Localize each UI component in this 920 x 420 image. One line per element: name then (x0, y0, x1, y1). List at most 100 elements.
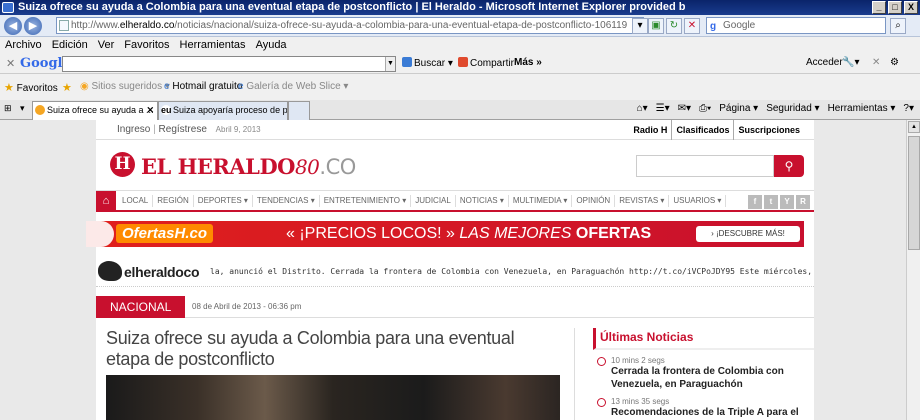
search-icon[interactable]: ⚲ (774, 155, 804, 177)
scroll-thumb[interactable] (908, 136, 920, 250)
home-nav-icon[interactable]: ⌂ (96, 190, 116, 211)
registrese-link[interactable]: Regístrese (159, 124, 207, 135)
twitter-ticker-bar: elheraldoco la, anunció el Distrito. Cer… (96, 257, 814, 287)
close-window-button[interactable]: X (904, 1, 918, 14)
suscripciones-link[interactable]: Suscripciones (733, 120, 804, 140)
command-bar: ⌂▾ ☰▾ ✉▾ ⎙▾ Página ▾ Seguridad ▾ Herrami… (637, 103, 914, 114)
logo-h-icon[interactable]: H (110, 152, 135, 177)
radio-h-link[interactable]: Radio H (629, 120, 671, 140)
clock-icon (597, 357, 606, 366)
divider: | (153, 124, 156, 135)
social-links: f t Y R (748, 195, 810, 209)
scroll-up-icon[interactable]: ▲ (908, 121, 920, 133)
nav-tendencias[interactable]: TENDENCIAS ▾ (253, 194, 320, 207)
tab-bar: ⊞ ▾ Suiza ofrece su ayuda a ... ✕ eu Sui… (0, 100, 920, 120)
menu-herramientas[interactable]: Herramientas (180, 37, 246, 54)
nav-usuarios[interactable]: USUARIOS ▾ (669, 194, 727, 207)
news-headline[interactable]: Cerrada la frontera de Colombia con Vene… (611, 365, 814, 391)
mail-icon[interactable]: ✉▾ (678, 103, 691, 114)
news-time: 10 mins 2 segs (611, 356, 665, 365)
add-favorite-icon[interactable]: ★ (62, 81, 72, 94)
twitter-handle[interactable]: elheraldoco (124, 264, 200, 280)
refresh-icon[interactable]: ↻ (666, 18, 682, 34)
url-dropdown-button[interactable]: ▾ (632, 18, 648, 34)
help-icon[interactable]: ?▾ (903, 103, 914, 114)
menu-ver[interactable]: Ver (98, 37, 115, 54)
maximize-button[interactable]: □ (888, 1, 902, 14)
descubre-mas-button[interactable]: › ¡DESCUBRE MÁS! (696, 226, 800, 242)
nav-noticias[interactable]: NOTICIAS ▾ (456, 194, 509, 207)
menu-edicion[interactable]: Edición (52, 37, 88, 54)
new-tab-button[interactable] (288, 101, 310, 120)
nav-entretenimiento[interactable]: ENTRETENIMIENTO ▾ (320, 194, 412, 207)
menu-archivo[interactable]: Archivo (5, 37, 42, 54)
nav-deportes[interactable]: DEPORTES ▾ (194, 194, 253, 207)
news-time: 13 mins 35 segs (611, 397, 670, 406)
search-go-icon[interactable]: ⌕ (890, 18, 906, 34)
window-titlebar: Suiza ofrece su ayuda a Colombia para un… (0, 0, 920, 15)
ingreso-link[interactable]: Ingreso (117, 124, 150, 135)
twitter-bird-icon (98, 261, 122, 281)
nav-region[interactable]: REGIÓN (153, 194, 194, 207)
herramientas-menu[interactable]: Herramientas ▾ (828, 103, 896, 114)
news-item[interactable]: 10 mins 2 segs Cerrada la frontera de Co… (597, 356, 814, 391)
tab-list-icon[interactable]: ▾ (20, 103, 25, 114)
seguridad-menu[interactable]: Seguridad ▾ (766, 103, 819, 114)
pagina-menu[interactable]: Página ▾ (719, 103, 758, 114)
close-tab-icon[interactable]: ✕ (146, 102, 154, 119)
compartir-button[interactable]: Compartir (458, 57, 514, 69)
mas-button[interactable]: Más » (514, 57, 542, 68)
twitter-ticker: la, anunció el Distrito. Cerrada la fron… (210, 267, 814, 276)
feeds-icon[interactable]: ☰▾ (656, 103, 670, 114)
page-viewport: Ingreso | Regístrese Abril 9, 2013 Radio… (0, 120, 906, 420)
speedometer-icon (86, 221, 114, 247)
tab-label: Suiza apoyaría proceso de p... (173, 105, 288, 115)
nav-judicial[interactable]: JUDICIAL (411, 194, 456, 207)
nav-opinion[interactable]: OPINIÓN (572, 194, 616, 207)
chevron-down-icon[interactable]: ▼ (385, 57, 395, 71)
quick-tabs-icon[interactable]: ⊞ (4, 103, 12, 114)
minimize-button[interactable]: _ (872, 1, 886, 14)
nav-multimedia[interactable]: MULTIMEDIA ▾ (509, 194, 573, 207)
buscar-button[interactable]: Buscar ▾ (402, 57, 453, 69)
galeria-link[interactable]: e Galería de Web Slice ▾ (238, 81, 348, 92)
back-button[interactable]: ◀ (4, 17, 22, 35)
menu-ayuda[interactable]: Ayuda (256, 37, 287, 54)
news-headline[interactable]: Recomendaciones de la Triple A para el (611, 406, 814, 419)
tab-suiza-apoyaria[interactable]: eu Suiza apoyaría proceso de p... (158, 101, 288, 120)
site-search-input[interactable] (636, 155, 774, 177)
sitios-sugeridos-link[interactable]: ◉ Sitios sugeridos ▾ (80, 81, 170, 92)
hotmail-link[interactable]: e Hotmail gratuito (164, 81, 242, 92)
favoritos-button[interactable]: ★ Favoritos (4, 81, 58, 94)
stop-icon[interactable]: ✕ (684, 18, 700, 34)
ofertas-banner[interactable]: OfertasH.co « ¡PRECIOS LOCOS! » LAS MEJO… (86, 221, 804, 247)
section-tag[interactable]: NACIONAL (96, 296, 186, 318)
print-icon[interactable]: ⎙▾ (699, 103, 711, 114)
clock-icon (597, 398, 606, 407)
toolbar-options-icon[interactable]: ⚙ (890, 57, 899, 68)
wrench-icon[interactable]: 🔧▾ (842, 57, 859, 68)
nav-revistas[interactable]: REVISTAS ▾ (615, 194, 670, 207)
compatibility-icon[interactable]: ▣ (648, 18, 664, 34)
clasificados-link[interactable]: Clasificados (671, 120, 733, 140)
close-icon[interactable]: ✕ (872, 57, 880, 68)
close-toolbar-icon[interactable]: ✕ (6, 57, 15, 70)
browser-search-input[interactable]: g Google (706, 17, 886, 34)
news-item[interactable]: 13 mins 35 segs Recomendaciones de la Tr… (597, 397, 814, 419)
youtube-icon[interactable]: Y (780, 195, 794, 209)
url-input[interactable]: http://www.elheraldo.co/noticias/naciona… (56, 17, 644, 34)
facebook-icon[interactable]: f (748, 195, 762, 209)
home-icon[interactable]: ⌂▾ (637, 103, 648, 114)
site-logo[interactable]: EL HERALDO80.CO (141, 154, 356, 179)
nav-local[interactable]: LOCAL (118, 194, 154, 207)
tab-suiza-ofrece[interactable]: Suiza ofrece su ayuda a ... ✕ (32, 101, 158, 120)
forward-button[interactable]: ▶ (24, 17, 42, 35)
vertical-scrollbar[interactable]: ▲ (906, 120, 920, 420)
acceder-button[interactable]: Acceder (806, 57, 843, 68)
twitter-icon[interactable]: t (764, 195, 778, 209)
hotmail-label: Hotmail gratuito (172, 81, 243, 92)
google-search-input[interactable]: ▼ (62, 56, 396, 72)
compartir-label: Compartir (470, 58, 514, 69)
menu-favoritos[interactable]: Favoritos (124, 37, 169, 54)
rss-icon[interactable]: R (796, 195, 810, 209)
